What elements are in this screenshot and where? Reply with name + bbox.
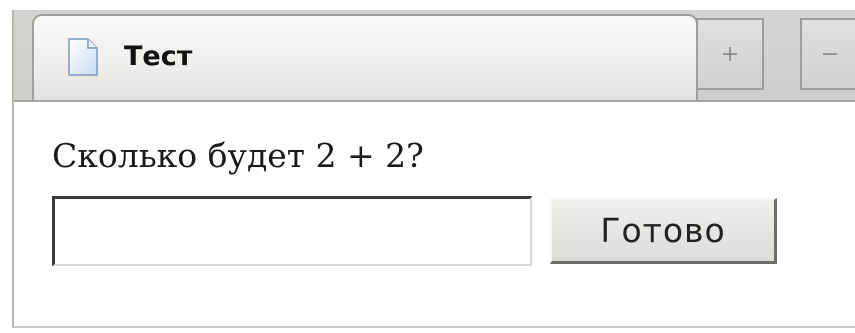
page-content: Сколько будет 2 + 2? Готово	[14, 102, 855, 326]
tab-strip: Тест + −	[14, 10, 855, 102]
minimize-tab-button[interactable]: −	[800, 18, 855, 90]
tab-test[interactable]: Тест	[32, 14, 698, 100]
tab-title: Тест	[124, 41, 193, 72]
submit-button[interactable]: Готово	[550, 198, 777, 264]
answer-input[interactable]	[52, 196, 532, 266]
browser-window: Тест + − Сколько будет 2 + 2? Готово	[12, 10, 855, 328]
minus-icon: −	[820, 41, 840, 67]
plus-icon: +	[720, 41, 740, 67]
question-label: Сколько будет 2 + 2?	[52, 136, 424, 175]
document-icon	[68, 38, 98, 76]
new-tab-button[interactable]: +	[696, 18, 764, 90]
